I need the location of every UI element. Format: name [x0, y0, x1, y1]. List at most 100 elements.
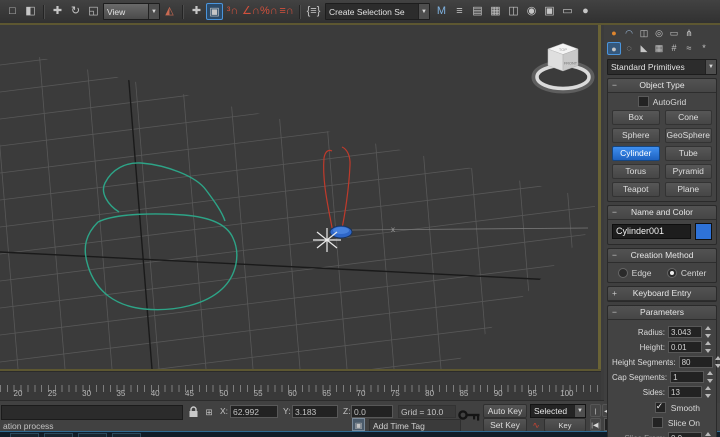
sides-spinner[interactable] — [703, 386, 712, 398]
selection-set-filter-dropdown[interactable]: Selected ▼ — [530, 404, 586, 418]
rendered-frame-window-icon[interactable]: ▭ — [559, 3, 576, 20]
render-setup-icon[interactable]: ▣ — [541, 3, 558, 20]
x-coord-field[interactable]: 62.992 — [230, 405, 278, 418]
cap-segments-spinner[interactable] — [705, 371, 714, 383]
cone-button[interactable]: Cone — [665, 110, 713, 125]
taskbar-item[interactable] — [10, 433, 39, 437]
tab-create-icon[interactable]: ● — [607, 27, 621, 40]
go-to-start-icon[interactable]: |◀◀ — [590, 404, 601, 417]
taskbar-item[interactable] — [112, 433, 141, 437]
select-and-move-icon[interactable]: ✚ — [49, 3, 66, 20]
schematic-view-icon[interactable]: ◫ — [505, 3, 522, 20]
teapot-button[interactable]: Teapot — [612, 182, 660, 197]
timeline-tick-label: 90 — [494, 389, 503, 398]
time-slider-track[interactable]: 20253035404550556065707580859095100 — [0, 371, 601, 401]
toolbar-separator — [43, 5, 45, 19]
graph-editors-icon[interactable]: ▦ — [487, 3, 504, 20]
height-field[interactable]: 0.01 — [668, 341, 702, 353]
tab-display-icon[interactable]: ▭ — [667, 27, 681, 40]
named-selection-set-dropdown[interactable]: Create Selection Se ▼ — [325, 3, 430, 20]
cylinder-button[interactable]: Cylinder — [612, 146, 660, 161]
select-and-scale-icon[interactable]: ◱ — [85, 3, 102, 20]
keyboard-entry-header[interactable]: + Keyboard Entry — [608, 287, 716, 301]
align-icon[interactable]: ≡ — [451, 3, 468, 20]
creation-method-header[interactable]: − Creation Method — [608, 249, 716, 263]
keyboard-shortcut-override-icon[interactable]: ▣ — [206, 3, 223, 20]
primitive-category-dropdown[interactable]: Standard Primitives ▼ — [607, 59, 717, 75]
set-key-button[interactable]: Set Key — [483, 418, 527, 432]
tab-motion-icon[interactable]: ◎ — [652, 27, 666, 40]
object-name-field[interactable]: Cylinder001 — [612, 224, 691, 239]
y-coord-field[interactable]: 3.183 — [292, 405, 338, 418]
autogrid-label: AutoGrid — [653, 97, 687, 107]
radius-spinner[interactable] — [703, 326, 712, 338]
tab-utilities-icon[interactable]: ⋔ — [682, 27, 696, 40]
cylinder-object[interactable] — [330, 226, 352, 238]
plane-button[interactable]: Plane — [665, 182, 713, 197]
height-segments-spinner[interactable] — [714, 356, 720, 368]
spinner-snap-toggle-icon[interactable]: ≡∩ — [278, 3, 295, 20]
select-and-rotate-icon[interactable]: ↻ — [67, 3, 84, 20]
edit-named-selection-sets-icon[interactable]: {≡} — [305, 3, 322, 20]
material-editor-icon[interactable]: ◉ — [523, 3, 540, 20]
geosphere-button[interactable]: GeoSphere — [665, 128, 713, 143]
cap-segments-field[interactable]: 1 — [670, 371, 704, 383]
slice-on-checkbox[interactable] — [652, 417, 663, 428]
tab-hierarchy-icon[interactable]: ◫ — [637, 27, 651, 40]
selection-lock-icon[interactable] — [188, 406, 199, 418]
paint-selection-region-icon[interactable]: ◧ — [22, 3, 39, 20]
category-cameras-icon[interactable]: ▦ — [652, 42, 666, 55]
absolute-mode-transform-icon[interactable]: ⊞ — [202, 404, 216, 421]
height-spinner[interactable] — [703, 341, 712, 353]
percent-snap-toggle-icon[interactable]: %∩ — [260, 3, 277, 20]
smooth-checkbox[interactable] — [655, 402, 666, 413]
time-tag-icon[interactable]: ▣ — [352, 418, 365, 431]
select-and-manipulate-icon[interactable]: ✚ — [188, 3, 205, 20]
timeline-tick-label: 85 — [459, 389, 468, 398]
rectangular-selection-region-icon[interactable]: □ — [4, 3, 21, 20]
category-helpers-icon[interactable]: # — [667, 42, 681, 55]
key-filters-button[interactable]: Key Filters... — [544, 418, 586, 432]
sides-field[interactable]: 13 — [668, 386, 702, 398]
parameters-header[interactable]: − Parameters — [608, 306, 716, 320]
edge-radio[interactable]: Edge — [618, 268, 652, 278]
auto-key-button[interactable]: Auto Key — [483, 404, 527, 418]
taskbar-item[interactable] — [44, 433, 73, 437]
autogrid-checkbox[interactable] — [638, 96, 649, 107]
center-radio[interactable]: Center — [667, 268, 707, 278]
box-button[interactable]: Box — [612, 110, 660, 125]
perspective-viewport[interactable]: x TOP FRONT — [0, 25, 598, 369]
category-systems-icon[interactable]: * — [697, 42, 711, 55]
key-mode-toggle-icon[interactable]: |◀| — [590, 418, 601, 431]
sphere-button[interactable]: Sphere — [612, 128, 660, 143]
radius-field[interactable]: 3.043 — [668, 326, 702, 338]
use-pivot-point-center-icon[interactable]: ◭ — [161, 3, 178, 20]
tab-modify-icon[interactable]: ◠ — [622, 27, 636, 40]
height-segments-field[interactable]: 80 — [679, 356, 713, 368]
snaps-toggle-3d-icon[interactable]: ³∩ — [224, 3, 241, 20]
tube-button[interactable]: Tube — [665, 146, 713, 161]
maxscript-mini-listener[interactable] — [1, 405, 183, 420]
mirror-icon[interactable]: M — [433, 3, 450, 20]
z-coord-field[interactable]: 0.0 — [351, 405, 393, 418]
layer-manager-icon[interactable]: ▤ — [469, 3, 486, 20]
object-type-header[interactable]: − Object Type — [608, 79, 716, 93]
object-color-swatch[interactable] — [695, 223, 712, 240]
slice-from-spinner[interactable] — [703, 432, 712, 437]
torus-button[interactable]: Torus — [612, 164, 660, 179]
reference-coordinate-system-dropdown[interactable]: View ▼ — [103, 3, 160, 20]
slice-from-field[interactable]: 0.0 — [668, 432, 702, 437]
taskbar-item[interactable] — [78, 433, 107, 437]
timeline-tick-label: 65 — [322, 389, 331, 398]
x-coord-label: X: — [220, 405, 228, 418]
category-spacewarps-icon[interactable]: ≈ — [682, 42, 696, 55]
viewcube[interactable]: TOP FRONT — [535, 44, 591, 91]
category-lights-icon[interactable]: ◣ — [637, 42, 651, 55]
render-production-icon[interactable]: ● — [577, 3, 594, 20]
name-color-header[interactable]: − Name and Color — [608, 206, 716, 220]
category-geometry-icon[interactable]: ● — [607, 42, 621, 55]
angle-snap-toggle-icon[interactable]: ∠∩ — [242, 3, 259, 20]
viewcube-front-label: FRONT — [564, 62, 578, 66]
category-shapes-icon[interactable]: ◌ — [622, 42, 636, 55]
pyramid-button[interactable]: Pyramid — [665, 164, 713, 179]
